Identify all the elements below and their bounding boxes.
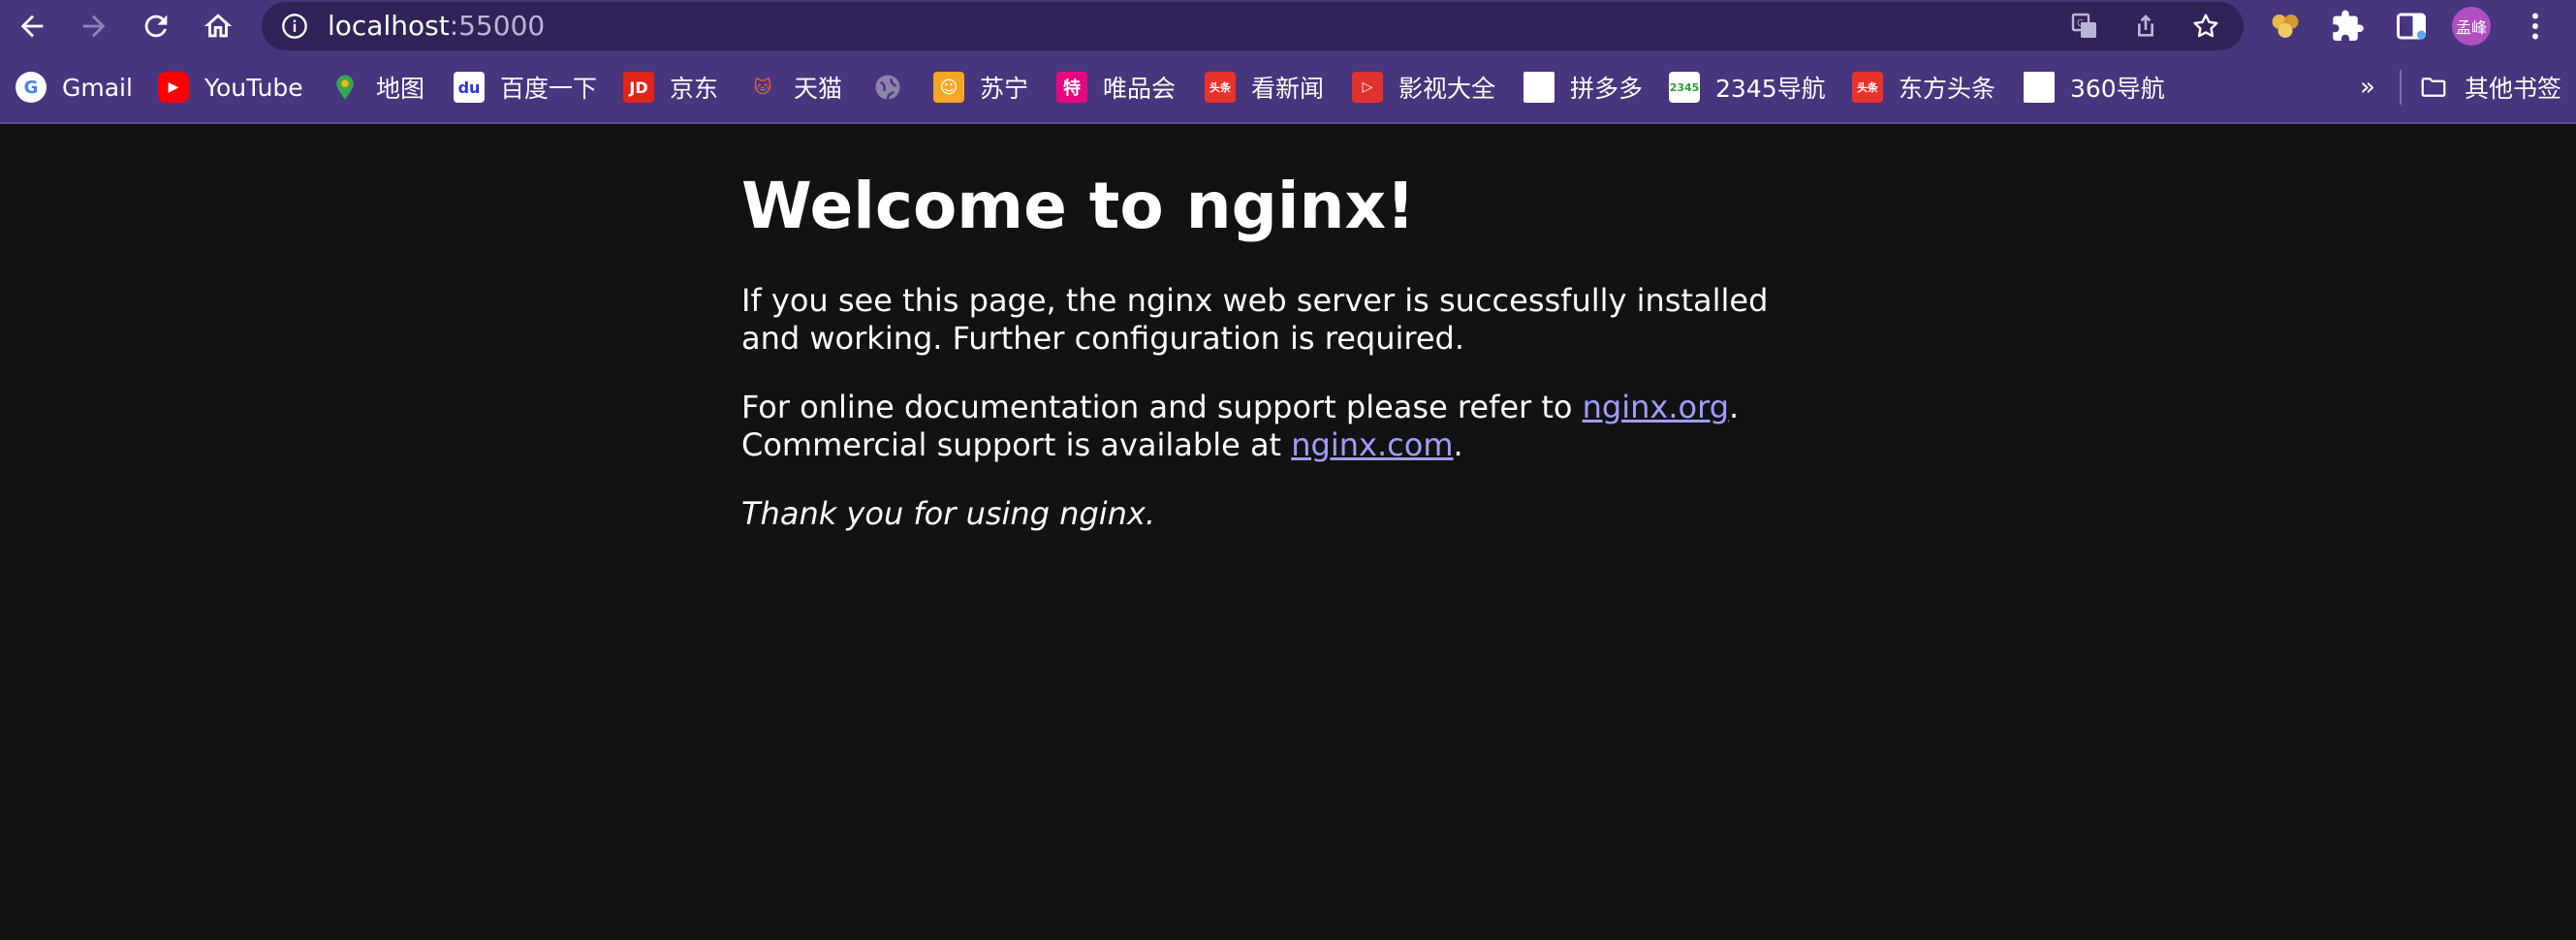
bookmark-label: 苏宁 [980, 75, 1029, 103]
bookmark-label: 看新闻 [1251, 75, 1325, 103]
suning-icon: ☺ [933, 72, 964, 103]
bookmark-label: 2345导航 [1715, 75, 1826, 103]
page-heading: Welcome to nginx! [741, 169, 1416, 243]
svg-text:G: G [2077, 18, 2084, 29]
url-port: :55000 [449, 10, 546, 42]
page-content: Welcome to nginx! If you see this page, … [741, 124, 1807, 533]
blank-page-icon [2024, 72, 2055, 103]
bookmark-360[interactable]: 360导航 [2024, 52, 2165, 122]
bookmark-vip[interactable]: 特 唯品会 [1056, 52, 1176, 122]
arrow-right-icon [82, 15, 106, 38]
bookmark-label: 拼多多 [1570, 75, 1644, 103]
nginx-org-link[interactable]: nginx.org [1583, 389, 1729, 425]
arrow-left-icon [20, 15, 44, 38]
back-button[interactable] [10, 4, 54, 48]
2345-icon: 2345 [1669, 72, 1700, 103]
browser-toolbar: localhost:55000 G 孟峰 [0, 0, 2576, 52]
bookmark-label: YouTube [204, 73, 303, 102]
bookmark-label: 百度一下 [500, 75, 598, 103]
bookmark-gmail[interactable]: G Gmail [16, 52, 133, 122]
bookmark-maps[interactable]: 地图 [330, 52, 424, 122]
nginx-com-link[interactable]: nginx.com [1291, 426, 1453, 463]
support-period: . [1729, 389, 1740, 425]
extension-cookie-icon[interactable] [2268, 9, 2303, 44]
bookmark-label: 京东 [670, 75, 719, 103]
bookmark-youtube[interactable]: ▶ YouTube [158, 52, 303, 122]
bookmark-suning[interactable]: ☺ 苏宁 [933, 52, 1028, 122]
reload-icon [144, 15, 168, 38]
home-icon [204, 14, 233, 38]
bookmark-2345[interactable]: 2345 2345导航 [1669, 52, 1826, 122]
extensions-puzzle-icon[interactable] [2331, 9, 2366, 44]
bookmark-label: 东方头条 [1899, 75, 1996, 103]
google-icon: G [16, 72, 47, 103]
video-icon: ▷ [1352, 72, 1383, 103]
toutiao-icon: 头条 [1852, 72, 1883, 103]
other-bookmarks[interactable]: 其他书签 [2418, 52, 2561, 122]
bookmarks-bar: G Gmail ▶ YouTube 地图 du 百度一下 JD 京东 🐱 天猫 … [0, 52, 2576, 124]
support-text: For online documentation and support ple… [741, 389, 1583, 425]
bookmark-video[interactable]: ▷ 影视大全 [1352, 52, 1495, 122]
bookmark-label: 地图 [376, 75, 425, 103]
commercial-period: . [1453, 426, 1463, 463]
menu-kebab-icon[interactable] [2518, 9, 2553, 44]
bookmark-globe[interactable] [872, 52, 903, 122]
bookmark-tmall[interactable]: 🐱 天猫 [747, 52, 842, 122]
bookmarks-overflow-button[interactable]: » [2360, 52, 2375, 122]
globe-icon [872, 72, 903, 103]
tmall-icon: 🐱 [753, 77, 772, 98]
bookmark-label: Gmail [62, 73, 133, 102]
vip-icon: 特 [1056, 72, 1087, 103]
other-bookmarks-label: 其他书签 [2465, 75, 2562, 103]
baidu-icon: du [454, 72, 485, 103]
support-paragraph: For online documentation and support ple… [741, 389, 1807, 464]
bookmark-baidu[interactable]: du 百度一下 [454, 52, 597, 122]
jd-icon: JD [623, 72, 654, 103]
youtube-icon: ▶ [158, 72, 189, 103]
thanks-text: Thank you for using nginx. [741, 495, 1156, 532]
share-icon[interactable] [2130, 11, 2161, 42]
bookmark-jd[interactable]: JD 京东 [623, 52, 718, 122]
commercial-text: Commercial support is available at [741, 426, 1292, 463]
toutiao-icon: 头条 [1205, 72, 1236, 103]
star-icon[interactable] [2190, 11, 2221, 42]
bookmarks-divider [2400, 70, 2402, 105]
side-panel-icon[interactable] [2394, 9, 2429, 44]
forward-button[interactable] [72, 4, 116, 48]
intro-paragraph: If you see this page, the nginx web serv… [741, 282, 1769, 357]
blank-page-icon [1524, 72, 1555, 103]
bookmark-label: 360导航 [2070, 75, 2165, 103]
url-text[interactable]: localhost:55000 [328, 2, 545, 50]
bookmark-label: 唯品会 [1103, 75, 1177, 103]
bookmark-label: 天猫 [794, 75, 843, 103]
folder-icon [2418, 72, 2449, 103]
bookmark-news[interactable]: 头条 看新闻 [1205, 52, 1324, 122]
profile-avatar[interactable]: 孟峰 [2452, 7, 2491, 46]
url-host: localhost [328, 10, 450, 42]
bookmark-dongfang[interactable]: 头条 东方头条 [1852, 52, 1995, 122]
maps-icon [330, 72, 361, 103]
home-button[interactable] [196, 4, 240, 48]
reload-button[interactable] [134, 4, 178, 48]
address-bar[interactable]: localhost:55000 G [262, 2, 2244, 50]
translate-icon[interactable]: G [2069, 11, 2100, 42]
bookmark-label: 影视大全 [1398, 75, 1496, 103]
bookmark-pinduoduo[interactable]: 拼多多 [1524, 52, 1643, 122]
info-icon[interactable] [281, 13, 308, 40]
